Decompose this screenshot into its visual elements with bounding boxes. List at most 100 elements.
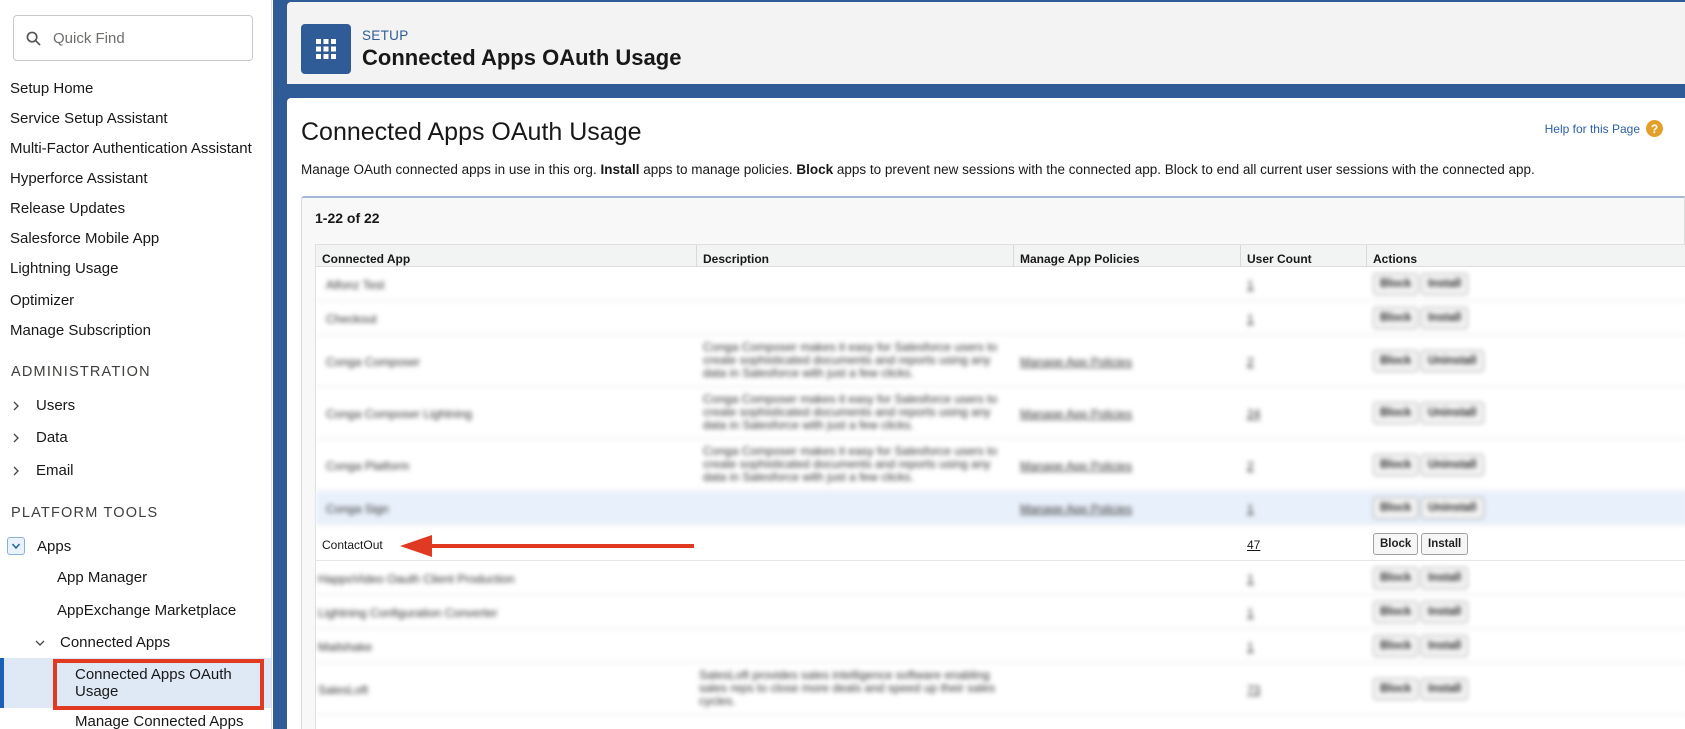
- nav-app-manager[interactable]: App Manager: [57, 569, 147, 586]
- install-button[interactable]: Install: [1421, 307, 1469, 329]
- nav-salesforce-mobile-app[interactable]: Salesforce Mobile App: [10, 230, 159, 247]
- apps-collapse-toggle[interactable]: [7, 537, 25, 555]
- app-name: ContactOut: [322, 538, 383, 552]
- nav-users[interactable]: Users: [10, 397, 75, 414]
- block-button[interactable]: Block: [1373, 402, 1419, 424]
- table-row: Conga Composer Lightning Conga Composer …: [316, 387, 1685, 439]
- install-button[interactable]: Install: [1421, 678, 1469, 700]
- block-button[interactable]: Block: [1373, 454, 1419, 476]
- page-header: SETUP Connected Apps OAuth Usage: [287, 2, 1685, 84]
- nav-appexchange-marketplace[interactable]: AppExchange Marketplace: [57, 602, 236, 619]
- help-for-this-page-link[interactable]: Help for this Page ?: [1545, 120, 1663, 137]
- block-button[interactable]: Block: [1373, 273, 1419, 295]
- user-count-link[interactable]: 73: [1247, 683, 1260, 697]
- app-name: Checkout: [326, 312, 377, 326]
- nav-optimizer[interactable]: Optimizer: [10, 292, 74, 309]
- manage-app-policies-link[interactable]: Manage App Policies: [1020, 407, 1132, 421]
- block-button[interactable]: Block: [1373, 678, 1419, 700]
- nav-email-label: Email: [36, 462, 74, 479]
- block-button[interactable]: Block: [1373, 635, 1419, 657]
- app-description: Conga Composer makes it easy for Salesfo…: [703, 392, 998, 432]
- annotation-highlight-box: [53, 659, 264, 710]
- col-user-count[interactable]: User Count: [1247, 252, 1312, 266]
- table-row: Conga Sign Manage App Policies 1 Block U…: [316, 491, 1685, 525]
- grid-icon: [316, 39, 336, 59]
- nav-manage-connected-apps[interactable]: Manage Connected Apps: [75, 713, 243, 729]
- install-button[interactable]: Install: [1421, 273, 1469, 295]
- user-count-link[interactable]: 1: [1247, 278, 1254, 292]
- desc-part: apps to prevent new sessions with the co…: [833, 162, 1535, 177]
- install-button[interactable]: Install: [1421, 567, 1469, 589]
- manage-app-policies-link[interactable]: Manage App Policies: [1020, 459, 1132, 473]
- col-actions: Actions: [1373, 252, 1418, 266]
- app-name: Conga Composer Lightning: [326, 407, 473, 421]
- app-launcher-icon[interactable]: [301, 24, 351, 74]
- chevron-down-icon: [11, 543, 21, 550]
- help-link-label: Help for this Page: [1544, 121, 1640, 136]
- table-row: HappoVideo Oauth Client Production 1 Blo…: [316, 561, 1685, 595]
- nav-manage-subscription[interactable]: Manage Subscription: [10, 322, 151, 339]
- uninstall-button[interactable]: Uninstall: [1421, 454, 1484, 476]
- app-name: Mailshake: [318, 640, 373, 654]
- desc-part: apps to manage policies.: [639, 162, 797, 177]
- install-button[interactable]: Install: [1421, 533, 1469, 555]
- col-description: Description: [703, 252, 770, 266]
- install-button[interactable]: Install: [1421, 635, 1469, 657]
- nav-service-setup-assistant[interactable]: Service Setup Assistant: [10, 110, 168, 127]
- col-connected-app[interactable]: Connected App: [322, 252, 410, 266]
- nav-hyperforce-assistant[interactable]: Hyperforce Assistant: [10, 170, 148, 187]
- user-count-link[interactable]: 1: [1247, 312, 1254, 326]
- col-manage-app-policies: Manage App Policies: [1020, 252, 1140, 266]
- manage-app-policies-link[interactable]: Manage App Policies: [1020, 502, 1132, 516]
- nav-users-label: Users: [36, 397, 76, 414]
- table-row: Checkout 1 Block Install: [316, 301, 1685, 335]
- nav-release-updates[interactable]: Release Updates: [10, 200, 125, 217]
- block-button[interactable]: Block: [1373, 567, 1419, 589]
- user-count-link[interactable]: 2: [1247, 355, 1254, 369]
- chevron-right-icon: [13, 401, 19, 410]
- uninstall-button[interactable]: Uninstall: [1421, 402, 1484, 424]
- administration-heading: ADMINISTRATION: [11, 364, 151, 380]
- app-name: Alfonz Test: [326, 278, 385, 292]
- nav-connected-apps[interactable]: Connected Apps: [34, 634, 170, 651]
- install-button[interactable]: Install: [1421, 601, 1469, 623]
- table-row: Conga Platform Conga Composer makes it e…: [316, 439, 1685, 491]
- app-name: Conga Sign: [326, 502, 389, 516]
- block-button[interactable]: Block: [1373, 533, 1419, 555]
- user-count-link[interactable]: 2: [1247, 459, 1254, 473]
- col-divider: [1240, 245, 1241, 267]
- quick-find-input[interactable]: [53, 29, 233, 47]
- chevron-right-icon: [13, 466, 19, 475]
- user-count-link[interactable]: 47: [1247, 538, 1260, 552]
- nav-email[interactable]: Email: [10, 462, 74, 479]
- uninstall-button[interactable]: Uninstall: [1421, 350, 1484, 372]
- nav-data[interactable]: Data: [10, 429, 68, 446]
- nav-setup-home[interactable]: Setup Home: [10, 80, 93, 97]
- nav-mfa-assistant[interactable]: Multi-Factor Authentication Assistant: [10, 140, 252, 157]
- user-count-link[interactable]: 24: [1247, 407, 1260, 421]
- block-button[interactable]: Block: [1373, 497, 1419, 519]
- manage-app-policies-link[interactable]: Manage App Policies: [1020, 355, 1132, 369]
- quick-find-box[interactable]: [13, 15, 253, 61]
- col-divider: [1013, 245, 1014, 267]
- user-count-link[interactable]: 1: [1247, 572, 1254, 586]
- nav-lightning-usage[interactable]: Lightning Usage: [10, 260, 118, 277]
- chevron-right-icon: [13, 433, 19, 442]
- app-description: SalesLoft provides sales intelligence so…: [699, 668, 996, 708]
- table-row: Mailshake 1 Block Install: [316, 629, 1685, 663]
- header-title: Connected Apps OAuth Usage: [362, 45, 682, 70]
- app-description: Conga Composer makes it easy for Salesfo…: [703, 444, 998, 484]
- block-button[interactable]: Block: [1373, 350, 1419, 372]
- block-button[interactable]: Block: [1373, 601, 1419, 623]
- desc-part: Manage OAuth connected apps in use in th…: [301, 162, 601, 177]
- nav-apps-label: Apps: [37, 537, 72, 555]
- user-count-link[interactable]: 1: [1247, 640, 1254, 654]
- app-name: Lightning Configuration Converter: [318, 606, 498, 620]
- connected-apps-table: Connected App Description Manage App Pol…: [315, 244, 1685, 729]
- table-header: Connected App Description Manage App Pol…: [316, 245, 1685, 267]
- user-count-link[interactable]: 1: [1247, 502, 1254, 516]
- block-button[interactable]: Block: [1373, 307, 1419, 329]
- nav-apps[interactable]: Apps: [7, 537, 71, 555]
- user-count-link[interactable]: 1: [1247, 606, 1254, 620]
- uninstall-button[interactable]: Uninstall: [1421, 497, 1484, 519]
